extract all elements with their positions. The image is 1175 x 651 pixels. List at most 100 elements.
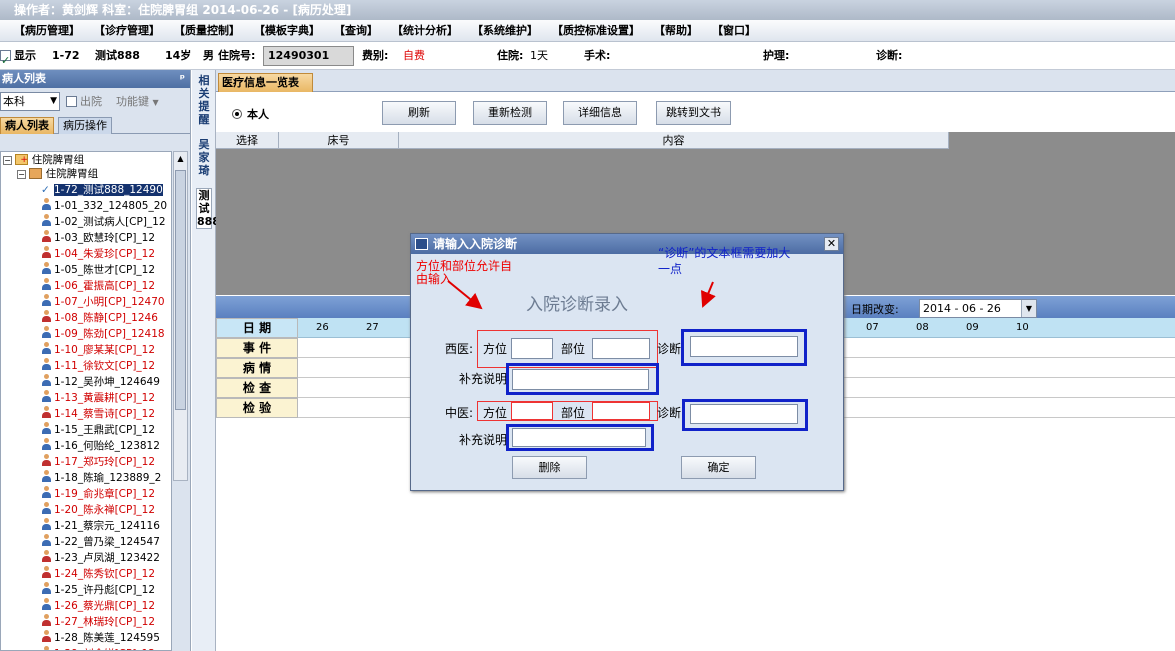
ok-button[interactable]: 确定 (681, 456, 756, 479)
patient-row[interactable]: 1-14_蔡雪诗[CP]_12 (41, 406, 155, 422)
patient-row[interactable]: 1-20_陈永禅[CP]_12 (41, 502, 155, 518)
checkbox-icon[interactable] (0, 47, 11, 75)
patient-row[interactable]: 1-02_测试病人[CP]_12 (41, 214, 166, 230)
radio-icon[interactable] (232, 109, 242, 119)
patient-row[interactable]: 1-24_陈秀钦[CP]_12 (41, 566, 155, 582)
patient-list-scrollbar[interactable]: ▲ (173, 151, 188, 481)
col-bed[interactable]: 床号 (279, 132, 399, 149)
chinese-part-input[interactable] (592, 402, 650, 420)
chinese-orient-input[interactable] (511, 402, 553, 420)
patient-row[interactable]: 1-19_俞兆章[CP]_12 (41, 486, 155, 502)
checkbox-icon[interactable] (66, 96, 77, 107)
side-tab-doctor[interactable]: 吴家琦 (196, 138, 212, 177)
patient-row-label: 1-24_陈秀钦[CP]_12 (54, 568, 156, 580)
menu-treatment-mgmt[interactable]: 【诊疗管理】 (94, 20, 160, 42)
male-patient-icon (41, 262, 52, 275)
menu-statistics[interactable]: 【统计分析】 (392, 20, 458, 42)
menu-query[interactable]: 【查询】 (334, 20, 378, 42)
scroll-thumb[interactable] (175, 170, 186, 410)
patient-row[interactable]: 1-18_陈瑜_123889_2 (41, 470, 161, 486)
grid-header: 选择 床号 内容 (216, 132, 949, 149)
patient-row[interactable]: 1-27_林瑞玲[CP]_12 (41, 614, 155, 630)
menu-system-maint[interactable]: 【系统维护】 (472, 20, 538, 42)
patient-row-label: 1-12_吴孙坤_124649 (54, 376, 160, 388)
chinese-diag-input[interactable] (690, 404, 798, 424)
row-label-event: 事 件 (216, 338, 298, 358)
chevron-down-icon[interactable]: ▼ (1021, 300, 1036, 317)
western-part-input[interactable] (592, 338, 650, 359)
patient-row[interactable]: 1-28_陈美莲_124595 (41, 630, 160, 646)
western-orient-input[interactable] (511, 338, 553, 359)
pin-icon[interactable]: ᵖ (180, 70, 185, 88)
collapse-icon[interactable]: − (3, 156, 12, 165)
side-tab-patient[interactable]: 测试888 (196, 188, 220, 229)
patient-row-label: 1-25_许丹彪[CP]_12 (54, 584, 156, 596)
patient-row[interactable]: 1-07_小明[CP]_12470 (41, 294, 165, 310)
patient-row[interactable]: 1-05_陈世才[CP]_12 (41, 262, 155, 278)
patient-row[interactable]: 1-26_蔡光鼎[CP]_12 (41, 598, 155, 614)
patient-row[interactable]: 1-29_刘金娣[CP]_12 (41, 646, 155, 650)
patient-row[interactable]: 1-15_王鼎武[CP]_12 (41, 422, 155, 438)
western-diag-input[interactable] (690, 336, 798, 357)
stay-value: 1天 (530, 49, 548, 62)
patient-row[interactable]: 1-03_欧慧玲[CP]_12 (41, 230, 155, 246)
recheck-button[interactable]: 重新检测 (473, 101, 547, 125)
jump-to-document-button[interactable]: 跳转到文书 (656, 101, 731, 125)
tree-group[interactable]: − 住院脾胃组 (17, 166, 98, 182)
tab-patient-list[interactable]: 病人列表 (0, 117, 54, 134)
tab-medical-overview[interactable]: 医疗信息一览表 (218, 73, 313, 92)
patient-row[interactable]: 1-09_陈劲[CP]_12418 (41, 326, 165, 342)
patient-row[interactable]: 1-11_徐钦文[CP]_12 (41, 358, 155, 374)
female-patient-icon (41, 550, 52, 563)
side-tab-reminder[interactable]: 相关提醒 (196, 74, 212, 126)
patient-bed: 1-72 (52, 49, 80, 62)
collapse-icon[interactable]: − (17, 170, 26, 179)
patient-row[interactable]: 1-08_陈静[CP]_1246 (41, 310, 158, 326)
patient-row[interactable]: 1-13_黄震耕[CP]_12 (41, 390, 155, 406)
tab-record-operation[interactable]: 病历操作 (58, 117, 112, 134)
western-diag-label: 诊断 (657, 342, 682, 356)
menu-help[interactable]: 【帮助】 (654, 20, 698, 42)
col-select[interactable]: 选择 (216, 132, 279, 149)
day-label: 10 (1016, 322, 1029, 333)
patient-row[interactable]: 1-17_郑巧玲[CP]_12 (41, 454, 155, 470)
patient-row[interactable]: 1-10_廖某某[CP]_12 (41, 342, 155, 358)
patient-row[interactable]: 1-04_朱爱珍[CP]_12 (41, 246, 155, 262)
chinese-extra-input[interactable] (512, 428, 646, 447)
menu-window[interactable]: 【窗口】 (712, 20, 756, 42)
show-toggle[interactable]: 显示 (0, 42, 36, 75)
detail-button[interactable]: 详细信息 (563, 101, 637, 125)
patient-row-label: 1-09_陈劲[CP]_12418 (54, 328, 165, 340)
patient-row[interactable]: ✓ 1-72_测试888_12490 (41, 182, 163, 198)
close-icon[interactable]: ✕ (824, 237, 839, 251)
menu-quality-control[interactable]: 【质量控制】 (174, 20, 240, 42)
dept-select[interactable]: 本科 ▼ (0, 92, 60, 111)
male-patient-icon (41, 486, 52, 499)
patient-row[interactable]: 1-12_吴孙坤_124649 (41, 374, 160, 390)
menu-qc-standard[interactable]: 【质控标准设置】 (552, 20, 640, 42)
function-key-button[interactable]: 功能键 ▼ (116, 93, 159, 109)
date-picker[interactable]: 2014 - 06 - 26 ▼ (919, 299, 1037, 318)
patient-row-label: 1-18_陈瑜_123889_2 (54, 472, 162, 484)
discharged-toggle[interactable]: 出院 (66, 93, 102, 109)
patient-row[interactable]: 1-06_霍振高[CP]_12 (41, 278, 155, 294)
western-extra-input[interactable] (512, 369, 649, 390)
delete-button[interactable]: 删除 (512, 456, 587, 479)
inpatient-no-label: 住院号: (218, 49, 256, 62)
chinese-orient-label: 方位 (483, 406, 508, 420)
col-content[interactable]: 内容 (399, 132, 949, 149)
patient-row-label: 1-10_廖某某[CP]_12 (54, 344, 156, 356)
menu-record-mgmt[interactable]: 【病历管理】 (14, 20, 80, 42)
patient-row-label: 1-03_欧慧玲[CP]_12 (54, 232, 156, 244)
patient-row[interactable]: 1-16_何贻纶_123812 (41, 438, 160, 454)
radio-self[interactable]: 本人 (232, 106, 269, 122)
patient-row[interactable]: 1-21_蔡宗元_124116 (41, 518, 160, 534)
menu-template-dict[interactable]: 【模板字典】 (254, 20, 320, 42)
patient-row[interactable]: 1-01_332_124805_20 (41, 198, 167, 214)
refresh-button[interactable]: 刷新 (382, 101, 456, 125)
patient-row-label: 1-21_蔡宗元_124116 (54, 520, 160, 532)
patient-row[interactable]: 1-23_卢凤湖_123422 (41, 550, 160, 566)
patient-row[interactable]: 1-25_许丹彪[CP]_12 (41, 582, 155, 598)
patient-row[interactable]: 1-22_曾乃梁_124547 (41, 534, 160, 550)
scroll-up-icon[interactable]: ▲ (174, 152, 187, 166)
